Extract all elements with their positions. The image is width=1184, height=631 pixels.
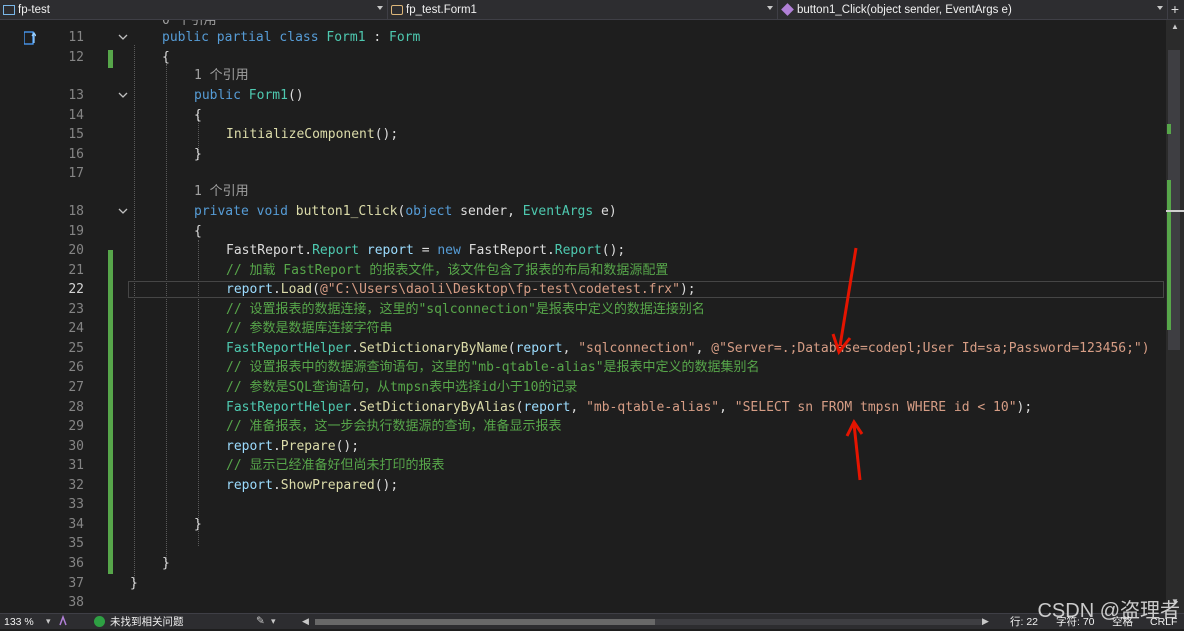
type-dropdown[interactable]: fp_test.Form1 bbox=[388, 0, 778, 19]
method-icon bbox=[781, 3, 794, 16]
code-line-30[interactable]: report.Prepare(); bbox=[226, 437, 359, 457]
indent-guide bbox=[166, 64, 167, 566]
code-line-37[interactable]: } bbox=[130, 574, 138, 594]
code-line-16[interactable]: } bbox=[194, 145, 202, 165]
code-line-28[interactable]: FastReportHelper.SetDictionaryByAlias(re… bbox=[226, 398, 1032, 418]
code-editor[interactable]: 0 个引用 11 12 13 14 15 16 17 18 19 20 21 2… bbox=[0, 20, 1184, 613]
chevron-down-icon bbox=[377, 6, 383, 10]
code-line-15[interactable]: InitializeComponent(); bbox=[226, 125, 398, 145]
csharp-project-icon bbox=[3, 4, 15, 15]
vertical-scrollbar[interactable]: ▲ ▼ bbox=[1166, 20, 1184, 613]
chevron-down-icon[interactable]: ▾ bbox=[46, 614, 51, 628]
change-indicator bbox=[108, 50, 113, 68]
member-name: button1_Click(object sender, EventArgs e… bbox=[797, 3, 1012, 16]
code-line-20[interactable]: FastReport.Report report = new FastRepor… bbox=[226, 241, 625, 261]
code-line-12[interactable]: { bbox=[162, 48, 170, 68]
member-dropdown[interactable]: button1_Click(object sender, EventArgs e… bbox=[778, 0, 1168, 19]
navigation-bar: fp-test fp_test.Form1 button1_Click(obje… bbox=[0, 0, 1184, 20]
code-line-11[interactable]: public partial class Form1 : Form bbox=[162, 28, 420, 48]
code-line-32[interactable]: report.ShowPrepared(); bbox=[226, 476, 398, 496]
indent-guide bbox=[134, 45, 135, 586]
class-icon bbox=[391, 4, 403, 15]
code-line-22[interactable]: report.Load(@"C:\Users\daoli\Desktop\fp-… bbox=[226, 280, 696, 300]
code-line-34[interactable]: } bbox=[194, 515, 202, 535]
code-line-27[interactable]: // 参数是SQL查询语句，从tmpsn表中选择id小于10的记录 bbox=[226, 378, 577, 398]
change-marker bbox=[1167, 180, 1171, 330]
chevron-down-icon[interactable]: ▾ bbox=[271, 614, 276, 628]
code-line-25[interactable]: FastReportHelper.SetDictionaryByName(rep… bbox=[226, 339, 1150, 359]
scroll-thumb[interactable] bbox=[315, 619, 655, 625]
check-icon bbox=[94, 616, 105, 627]
zoom-level[interactable]: 133 % bbox=[4, 615, 34, 629]
codelens-refs[interactable]: 1 个引用 bbox=[194, 182, 249, 202]
code-line-18[interactable]: private void button1_Click(object sender… bbox=[194, 202, 617, 222]
code-line-21[interactable]: // 加载 FastReport 的报表文件，该文件包含了报表的布局和数据源配置 bbox=[226, 261, 668, 281]
code-line-13[interactable]: public Form1() bbox=[194, 86, 304, 106]
code-line-19[interactable]: { bbox=[194, 222, 202, 242]
change-indicator bbox=[108, 250, 113, 574]
issues-text[interactable]: 未找到相关问题 bbox=[110, 615, 184, 629]
cursor-row[interactable]: 行: 22 bbox=[1010, 615, 1038, 629]
bookmark-arrow-icon bbox=[23, 31, 37, 45]
annotation-arrow-down bbox=[831, 247, 858, 356]
code-line-26[interactable]: // 设置报表中的数据源查询语句，这里的"mb-qtable-alias"是报表… bbox=[226, 358, 760, 378]
fold-chevron-icon[interactable] bbox=[118, 32, 128, 42]
cleanup-brush-icon[interactable]: ✎ bbox=[256, 614, 265, 628]
annotation-arrow-up bbox=[845, 419, 864, 481]
code-line-23[interactable]: // 设置报表的数据连接，这里的"sqlconnection"是报表中定义的数据… bbox=[226, 300, 705, 320]
change-marker bbox=[1167, 124, 1171, 134]
caret-position-marker bbox=[1166, 210, 1184, 212]
status-bar: 133 % ▾ 未找到相关问题 ✎ ▾ ◀ ▶ 行: 22 字符: 70 空格 … bbox=[0, 613, 1184, 629]
fold-chevron-icon[interactable] bbox=[118, 206, 128, 216]
scroll-left-icon[interactable]: ◀ bbox=[302, 614, 309, 628]
project-dropdown[interactable]: fp-test bbox=[0, 0, 388, 19]
horizontal-scrollbar[interactable] bbox=[315, 619, 983, 625]
codelens-refs[interactable]: 1 个引用 bbox=[194, 66, 249, 86]
intellicode-icon[interactable] bbox=[58, 614, 68, 627]
type-name: fp_test.Form1 bbox=[406, 3, 477, 16]
split-window-icon[interactable]: + bbox=[1168, 1, 1182, 17]
code-line-31[interactable]: // 显示已经准备好但尚未打印的报表 bbox=[226, 456, 444, 476]
chevron-down-icon bbox=[1157, 6, 1163, 10]
scroll-right-icon[interactable]: ▶ bbox=[982, 614, 989, 628]
watermark: CSDN @盗理者 bbox=[1037, 600, 1180, 622]
project-name: fp-test bbox=[18, 3, 50, 16]
chevron-down-icon bbox=[767, 6, 773, 10]
scroll-up-icon[interactable]: ▲ bbox=[1166, 22, 1184, 32]
code-line-14[interactable]: { bbox=[194, 106, 202, 126]
fold-chevron-icon[interactable] bbox=[118, 90, 128, 100]
code-line-36[interactable]: } bbox=[162, 554, 170, 574]
code-line-24[interactable]: // 参数是数据库连接字符串 bbox=[226, 319, 392, 339]
code-line-29[interactable]: // 准备报表，这一步会执行数据源的查询，准备显示报表 bbox=[226, 417, 561, 437]
